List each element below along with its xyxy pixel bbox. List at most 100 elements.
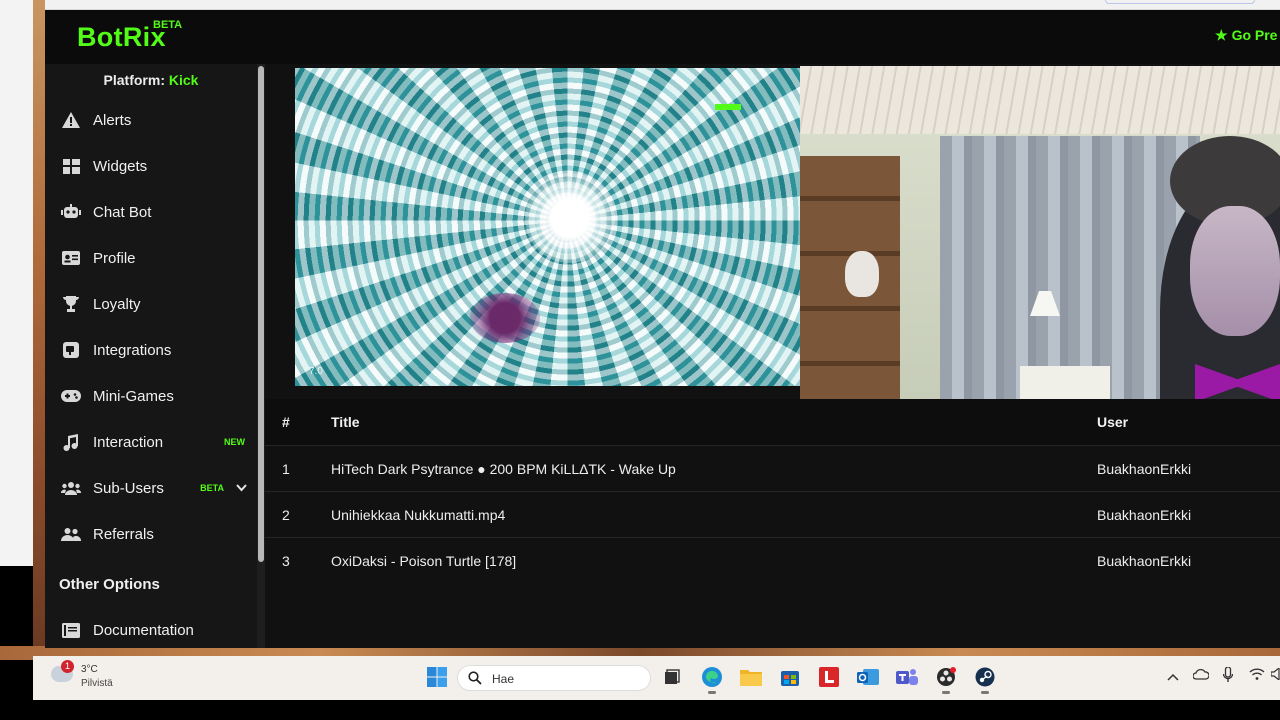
followers-goal-bar bbox=[715, 104, 800, 110]
sidebar-item-label: Referrals bbox=[93, 525, 154, 543]
table-row[interactable]: 2 Unihiekkaa Nukkumatti.mp4 BuakhaonErkk… bbox=[265, 491, 1280, 537]
followers-goal-fill bbox=[715, 104, 741, 110]
sidebar-item-documentation[interactable]: Documentation bbox=[45, 610, 257, 650]
sidebar-item-label: Mini-Games bbox=[93, 387, 174, 405]
video-watermark: 7.0 bbox=[309, 366, 323, 377]
botrix-app: BotRix BETA ★ Go Pre Platform: Kick Alert… bbox=[45, 10, 1280, 648]
sidebar-item-interaction[interactable]: Interaction NEW bbox=[45, 422, 257, 462]
microphone-icon[interactable] bbox=[1222, 666, 1234, 686]
sidebar-item-label: Profile bbox=[93, 249, 136, 267]
edge-icon[interactable] bbox=[701, 666, 723, 694]
sidebar-item-integrations[interactable]: Integrations bbox=[45, 330, 257, 370]
chevron-up-icon[interactable] bbox=[1167, 670, 1179, 684]
trophy-icon bbox=[61, 294, 81, 314]
video-visual-core bbox=[525, 173, 615, 263]
sidebar-item-label: Sub-Users bbox=[93, 479, 164, 497]
profile-card-icon bbox=[61, 248, 81, 268]
onedrive-icon[interactable] bbox=[1192, 668, 1210, 683]
sidebar: Platform: Kick Alerts Widgets Chat Bot P… bbox=[45, 64, 257, 648]
music-video-player[interactable]: 7.0 bbox=[295, 68, 800, 386]
row-user: BuakhaonErkki bbox=[1097, 553, 1192, 569]
header-user: User bbox=[1097, 414, 1129, 430]
address-bar-edge[interactable] bbox=[1105, 0, 1255, 4]
new-badge: NEW bbox=[224, 437, 245, 447]
sidebar-item-alerts[interactable]: Alerts bbox=[45, 100, 257, 140]
wifi-icon[interactable] bbox=[1249, 668, 1265, 683]
webcam-ceiling bbox=[800, 66, 1280, 134]
go-premium-label: Go Pre bbox=[1231, 27, 1278, 43]
sidebar-item-profile[interactable]: Profile bbox=[45, 238, 257, 278]
outlook-icon[interactable] bbox=[857, 666, 879, 688]
integrations-icon bbox=[61, 340, 81, 360]
platform-value: Kick bbox=[168, 72, 199, 88]
sidebar-item-label: Integrations bbox=[93, 341, 172, 359]
search-icon bbox=[468, 671, 482, 690]
webcam-feed bbox=[800, 66, 1280, 422]
row-title: HiTech Dark Psytrance ● 200 BPM KiLLΔTK … bbox=[331, 461, 676, 477]
header-title: Title bbox=[331, 414, 360, 430]
video-visual-blob bbox=[470, 293, 540, 343]
row-title: OxiDaksi - Poison Turtle [178] bbox=[331, 553, 517, 569]
table-row[interactable]: 3 OxiDaksi - Poison Turtle [178] Buakhao… bbox=[265, 537, 1280, 583]
l-app-icon[interactable] bbox=[818, 666, 840, 688]
sidebar-item-chat-bot[interactable]: Chat Bot bbox=[45, 192, 257, 232]
sidebar-item-sub-users[interactable]: Sub-Users BETA bbox=[45, 468, 257, 508]
sidebar-item-widgets[interactable]: Widgets bbox=[45, 146, 257, 186]
sidebar-item-label: Chat Bot bbox=[93, 203, 152, 221]
sidebar-item-loyalty[interactable]: Loyalty bbox=[45, 284, 257, 324]
alert-icon bbox=[61, 110, 81, 130]
volume-icon[interactable] bbox=[1270, 666, 1280, 683]
sidebar-item-label: Loyalty bbox=[93, 295, 141, 313]
active-indicator bbox=[981, 691, 989, 694]
folder-icon[interactable] bbox=[740, 666, 762, 688]
beta-badge: BETA bbox=[200, 483, 224, 493]
table-row[interactable]: 1 HiTech Dark Psytrance ● 200 BPM KiLLΔT… bbox=[265, 445, 1280, 491]
users-icon bbox=[61, 478, 81, 498]
weather-temperature: 3°C bbox=[81, 664, 98, 675]
sidebar-item-label: Interaction bbox=[93, 433, 164, 451]
store-icon[interactable] bbox=[779, 666, 801, 688]
header-number: # bbox=[282, 414, 290, 430]
teams-icon[interactable] bbox=[896, 666, 918, 688]
sidebar-scrollbar-thumb[interactable] bbox=[258, 66, 264, 562]
robot-icon bbox=[61, 202, 81, 222]
obs-icon[interactable] bbox=[935, 666, 957, 694]
other-options-heading: Other Options bbox=[59, 576, 160, 593]
notification-badge: 1 bbox=[61, 660, 74, 673]
sidebar-item-label: Documentation bbox=[93, 621, 194, 639]
sidebar-item-label: Alerts bbox=[93, 111, 132, 129]
sidebar-scrollbar[interactable] bbox=[257, 64, 265, 648]
music-icon bbox=[61, 432, 81, 452]
windows-taskbar: 1 3°C Pilvistä Hae bbox=[33, 656, 1280, 700]
go-premium-button[interactable]: ★ Go Pre bbox=[1215, 27, 1277, 44]
task-view-icon[interactable] bbox=[661, 666, 683, 688]
sidebar-item-referrals[interactable]: Referrals bbox=[45, 514, 257, 554]
weather-condition: Pilvistä bbox=[81, 678, 113, 689]
widgets-icon bbox=[61, 156, 81, 176]
screen-bottom-edge bbox=[0, 700, 1280, 720]
other-window-edge bbox=[0, 0, 33, 566]
row-user: BuakhaonErkki bbox=[1097, 461, 1192, 477]
steam-icon[interactable] bbox=[974, 666, 996, 694]
windows-start-icon[interactable] bbox=[426, 666, 448, 688]
row-user: BuakhaonErkki bbox=[1097, 507, 1192, 523]
table-header: # Title User bbox=[265, 399, 1280, 445]
webcam-person-face bbox=[1190, 206, 1280, 336]
book-icon bbox=[61, 620, 81, 640]
sidebar-item-mini-games[interactable]: Mini-Games bbox=[45, 376, 257, 416]
top-bar: BotRix BETA ★ Go Pre bbox=[45, 10, 1280, 64]
taskbar-search[interactable]: Hae bbox=[457, 665, 651, 691]
platform-label: Platform: bbox=[103, 72, 165, 88]
logo-beta-badge: BETA bbox=[153, 19, 183, 31]
row-number: 1 bbox=[282, 461, 290, 477]
chevron-down-icon[interactable] bbox=[236, 481, 247, 495]
gamepad-icon bbox=[61, 386, 81, 406]
platform-indicator: Platform: Kick bbox=[45, 72, 257, 88]
webcam-plush-toy bbox=[845, 251, 879, 297]
row-number: 3 bbox=[282, 553, 290, 569]
referrals-icon bbox=[61, 524, 81, 544]
search-placeholder: Hae bbox=[492, 672, 515, 686]
active-indicator bbox=[708, 691, 716, 694]
star-icon: ★ bbox=[1215, 27, 1228, 43]
active-indicator bbox=[942, 691, 950, 694]
